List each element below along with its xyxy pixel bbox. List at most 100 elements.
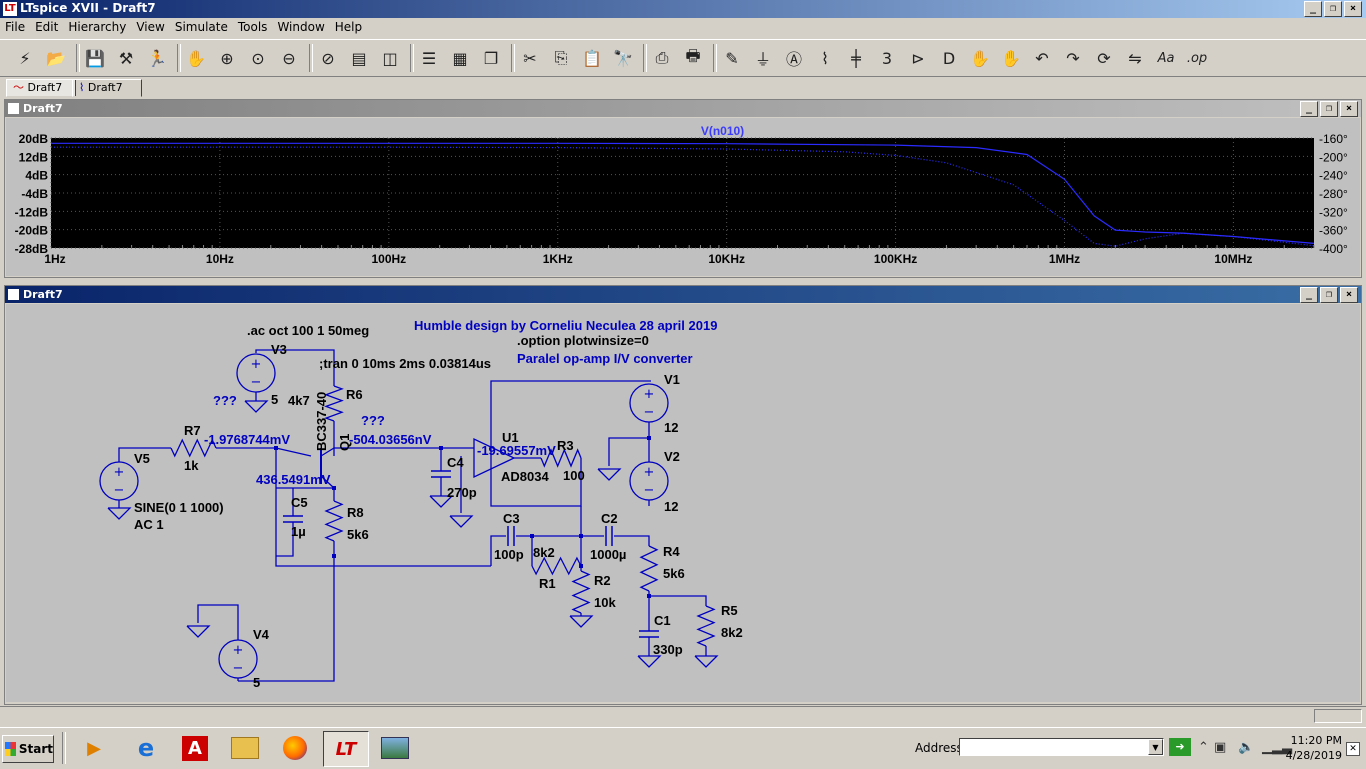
cut-icon[interactable]: ✂ [517, 45, 543, 71]
open-icon[interactable]: 📂 [43, 45, 69, 71]
autorange-icon[interactable]: ⊘ [315, 45, 341, 71]
volume-icon[interactable]: 🔈 [1238, 740, 1254, 755]
menu-view[interactable]: View [131, 18, 169, 36]
source-v3-plus: + [251, 357, 262, 372]
pan-icon[interactable]: ✋ [183, 45, 209, 71]
file-explorer-icon[interactable] [223, 731, 267, 765]
rotate-icon[interactable]: ⟳ [1091, 45, 1117, 71]
cascade-icon[interactable]: ❐ [478, 45, 504, 71]
acrobat-icon[interactable]: A [173, 731, 217, 765]
label-C1_val: 330p [653, 642, 683, 657]
x-tick-label: 10KHz [708, 252, 745, 266]
plot-restore-button[interactable]: ❐ [1320, 101, 1338, 117]
drag-icon[interactable]: ✋ [998, 45, 1024, 71]
address-input[interactable] [959, 738, 1164, 756]
menu-window[interactable]: Window [272, 18, 329, 36]
label-R5: R5 [721, 603, 738, 618]
action-center-icon[interactable]: ✕ [1346, 742, 1360, 756]
mirror-icon[interactable]: ⇋ [1122, 45, 1148, 71]
resistor-icon[interactable]: ⌇ [812, 45, 838, 71]
inductor-icon[interactable]: 3 [874, 45, 900, 71]
firefox-icon[interactable] [273, 731, 317, 765]
menu-simulate[interactable]: Simulate [170, 18, 233, 36]
ground-symbol [186, 625, 211, 638]
menu-help[interactable]: Help [330, 18, 367, 36]
schematic-close-button[interactable]: × [1340, 287, 1358, 303]
bode-plot[interactable]: 1Hz 10Hz 100Hz 1KHz 10KHz 100KHz 1MHz 10MHz20dB… [6, 118, 1360, 276]
go-arrow-icon[interactable]: ➜ [1169, 738, 1191, 756]
media-player-icon[interactable]: ▶ [72, 731, 116, 765]
redo-icon[interactable]: ↷ [1060, 45, 1086, 71]
tab-schematic[interactable]: ⌇ Draft7 [72, 79, 142, 97]
label-V5: V5 [134, 451, 150, 466]
spice-directive-icon[interactable]: .op [1184, 45, 1210, 71]
waveform-icon[interactable]: ▤ [346, 45, 372, 71]
capacitor-icon[interactable]: ╪ [843, 45, 869, 71]
label-V2_val: 12 [664, 499, 678, 514]
halt-icon[interactable]: 🏃 [144, 45, 170, 71]
save-icon[interactable]: 💾 [82, 45, 108, 71]
menu-edit[interactable]: Edit [30, 18, 63, 36]
run-icon[interactable]: ⚡ [12, 45, 38, 71]
chevron-down-icon[interactable]: ▼ [1148, 739, 1163, 755]
restore-button[interactable]: ❐ [1324, 1, 1342, 17]
close-button[interactable]: × [1344, 1, 1362, 17]
zoom-in-icon[interactable]: ⊕ [214, 45, 240, 71]
label-title_note: Humble design by Corneliu Neculea 28 apr… [414, 318, 717, 333]
y-tick-label-right: -360° [1319, 224, 1348, 238]
text-icon[interactable]: Aa [1153, 45, 1179, 71]
draw-wire-icon[interactable]: ✎ [719, 45, 745, 71]
copy-icon[interactable]: ⎘ [548, 45, 574, 71]
schematic-restore-button[interactable]: ❐ [1320, 287, 1338, 303]
plot-minimize-button[interactable]: _ [1300, 101, 1318, 117]
device-icon[interactable]: ▣ [1214, 740, 1226, 755]
source-v5-minus: − [114, 483, 125, 498]
label-net-icon[interactable]: Ⓐ [781, 45, 807, 71]
y-tick-label-right: -320° [1319, 205, 1348, 219]
label-R4_val: 5k6 [663, 566, 685, 581]
start-button[interactable]: Start [2, 735, 54, 763]
find-icon[interactable]: 🔭 [610, 45, 636, 71]
print-icon[interactable]: 🖶 [680, 45, 706, 71]
label-C2: C2 [601, 511, 618, 526]
move-icon[interactable]: ✋ [967, 45, 993, 71]
label-C2_val: 1000µ [590, 547, 626, 562]
area-icon[interactable]: ◫ [377, 45, 403, 71]
ground-icon[interactable]: ⏚ [750, 45, 776, 71]
menu-hierarchy[interactable]: Hierarchy [63, 18, 131, 36]
control-panel-icon[interactable]: ⚒ [113, 45, 139, 71]
minimize-button[interactable]: _ [1304, 1, 1322, 17]
zoom-full-icon[interactable]: ⊙ [245, 45, 271, 71]
wire [648, 591, 707, 606]
component-icon[interactable]: D [936, 45, 962, 71]
y-tick-label-right: -160° [1319, 132, 1348, 146]
internet-explorer-icon[interactable]: e [124, 731, 168, 765]
clock[interactable]: 11:20 PM 4/28/2019 [1286, 733, 1342, 763]
label-R2_val: 10k [594, 595, 616, 610]
tray-expand-icon[interactable]: ⌃ [1198, 740, 1209, 755]
window-title: LTspice XVII - Draft7 [20, 1, 156, 15]
picture-viewer-icon[interactable] [373, 731, 417, 765]
label-R3_val: 100 [563, 468, 585, 483]
tab-waveform[interactable]: 〜 Draft7 [6, 79, 76, 97]
menu-file[interactable]: File [0, 18, 30, 36]
wire [197, 604, 239, 640]
tile-vertical-icon[interactable]: ▦ [447, 45, 473, 71]
ground-symbol [107, 507, 132, 520]
diode-icon[interactable]: ⊳ [905, 45, 931, 71]
label-C5_val: 1µ [291, 524, 306, 539]
tile-horizontal-icon[interactable]: ☰ [416, 45, 442, 71]
paste-icon[interactable]: 📋 [579, 45, 605, 71]
source-v4-minus: − [233, 661, 244, 676]
print-setup-icon[interactable]: ⎙ [649, 45, 675, 71]
x-tick-label: 100KHz [874, 252, 917, 266]
zoom-out-icon[interactable]: ⊖ [276, 45, 302, 71]
menu-tools[interactable]: Tools [233, 18, 273, 36]
plot-close-button[interactable]: × [1340, 101, 1358, 117]
ltspice-icon[interactable]: LT [323, 731, 369, 767]
y-tick-label-left: 12dB [19, 150, 49, 164]
schematic-minimize-button[interactable]: _ [1300, 287, 1318, 303]
wire [614, 535, 650, 546]
schematic-canvas[interactable]: + − + − + − + − + − .ac oct 100 1 50meg Humble desi… [6, 304, 1360, 702]
undo-icon[interactable]: ↶ [1029, 45, 1055, 71]
